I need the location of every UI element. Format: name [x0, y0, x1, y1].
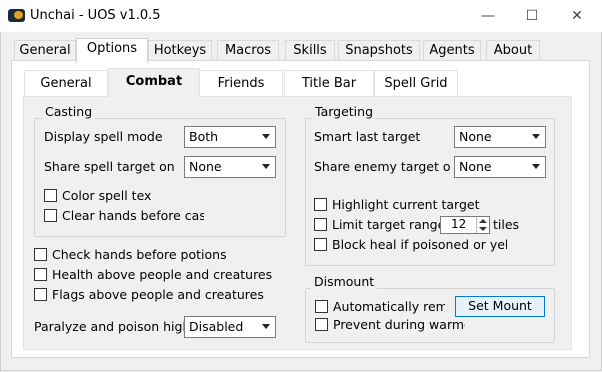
window-title: Unchai - UOS v1.0.5 — [30, 8, 161, 23]
subtab-combat[interactable]: Combat — [108, 68, 200, 97]
limit-target-range-label: Limit target range t — [332, 217, 440, 232]
share-enemy-target-select[interactable]: None — [454, 156, 546, 178]
subtab-spell-grid[interactable]: Spell Grid — [374, 70, 458, 97]
subtab-friends[interactable]: Friends — [199, 70, 283, 97]
tab-skills[interactable]: Skills — [285, 40, 335, 61]
limit-target-range-checkbox[interactable] — [314, 218, 327, 231]
dismount-title: Dismount — [311, 274, 378, 289]
flags-above-label: Flags above people and creatures — [52, 287, 264, 302]
prevent-warmode-checkbox[interactable] — [315, 318, 328, 331]
flags-above-checkbox[interactable] — [34, 288, 47, 301]
arrow-down-icon — [479, 227, 487, 231]
health-above-checkbox[interactable] — [34, 268, 47, 281]
limit-target-range-value: 12 — [451, 217, 467, 231]
app-icon — [8, 9, 25, 22]
subtab-general[interactable]: General — [24, 70, 108, 97]
tab-hotkeys[interactable]: Hotkeys — [148, 40, 212, 61]
color-spell-text-label: Color spell tex — [62, 188, 152, 203]
limit-target-range-stepper[interactable]: 12 — [440, 216, 490, 234]
tab-snapshots[interactable]: Snapshots — [338, 40, 420, 61]
paralyze-poison-value: Disabled — [189, 319, 244, 334]
title-bar: Unchai - UOS v1.0.5 — ☐ ✕ — [0, 0, 602, 32]
paralyze-poison-select[interactable]: Disabled — [184, 316, 276, 338]
display-spell-mode-value: Both — [189, 129, 219, 144]
chevron-down-icon — [262, 164, 270, 169]
auto-remount-label: Automatically remou — [333, 299, 445, 314]
close-button[interactable]: ✕ — [555, 4, 599, 28]
chevron-down-icon — [532, 164, 540, 169]
prevent-warmode-label: Prevent during warmod — [333, 317, 465, 332]
color-spell-text-checkbox[interactable] — [44, 189, 57, 202]
check-hands-checkbox[interactable] — [34, 248, 47, 261]
smart-last-target-label: Smart last target — [314, 129, 421, 144]
share-spell-target-select[interactable]: None — [184, 156, 276, 178]
chevron-down-icon — [532, 134, 540, 139]
tab-options[interactable]: Options — [76, 38, 148, 63]
highlight-current-target-label: Highlight current target — [332, 197, 480, 212]
health-above-label: Health above people and creatures — [52, 267, 273, 282]
paralyze-poison-label: Paralyze and poison highli — [34, 319, 184, 334]
share-enemy-target-label: Share enemy target o — [314, 159, 451, 174]
smart-last-target-value: None — [459, 129, 492, 144]
tab-agents[interactable]: Agents — [423, 40, 481, 61]
tab-macros[interactable]: Macros — [217, 40, 279, 61]
share-spell-target-label: Share spell target on — [44, 159, 175, 174]
arrow-up-icon — [479, 219, 487, 223]
chevron-down-icon — [262, 134, 270, 139]
display-spell-mode-select[interactable]: Both — [184, 126, 276, 148]
chevron-down-icon — [262, 324, 270, 329]
clear-hands-checkbox[interactable] — [44, 209, 57, 222]
share-spell-target-value: None — [189, 159, 222, 174]
smart-last-target-select[interactable]: None — [454, 126, 546, 148]
subtab-title-bar[interactable]: Title Bar — [284, 70, 374, 97]
tiles-label: tiles — [493, 217, 520, 232]
highlight-current-target-checkbox[interactable] — [314, 198, 327, 211]
tab-about[interactable]: About — [486, 40, 540, 61]
minimize-button[interactable]: — — [466, 4, 510, 28]
casting-title: Casting — [42, 104, 96, 119]
stepper-buttons[interactable] — [476, 217, 489, 233]
share-enemy-target-value: None — [459, 159, 492, 174]
set-mount-button[interactable]: Set Mount — [455, 296, 545, 317]
block-heal-label: Block heal if poisoned or yello — [332, 237, 507, 252]
tab-general[interactable]: General — [14, 40, 76, 61]
block-heal-checkbox[interactable] — [314, 238, 327, 251]
display-spell-mode-label: Display spell mode — [44, 129, 163, 144]
maximize-button[interactable]: ☐ — [510, 4, 554, 28]
targeting-title: Targeting — [312, 104, 377, 119]
check-hands-label: Check hands before potions — [52, 247, 227, 262]
clear-hands-label: Clear hands before castir — [62, 208, 204, 223]
auto-remount-checkbox[interactable] — [315, 300, 328, 313]
